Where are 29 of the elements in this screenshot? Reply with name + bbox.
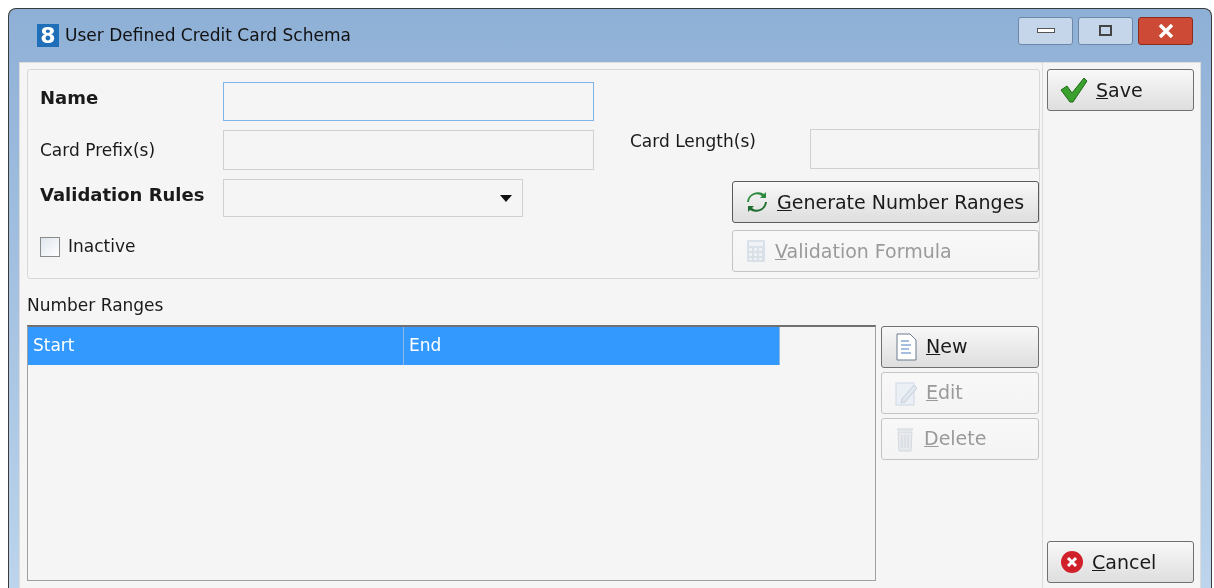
close-icon <box>1157 23 1174 38</box>
input-field[interactable] <box>223 130 594 170</box>
field-label: Name <box>40 86 100 110</box>
minimize-button[interactable] <box>1018 16 1073 45</box>
close-button[interactable] <box>1138 16 1193 45</box>
check-icon <box>1060 77 1088 103</box>
dialog-button[interactable]: Generate Number Ranges <box>732 181 1039 223</box>
calculator-icon <box>745 239 767 263</box>
column-header[interactable]: Start <box>28 326 404 365</box>
column-header[interactable]: End <box>404 326 780 365</box>
window-title: User Defined Credit Card Schema <box>65 23 351 47</box>
caret-icon <box>500 194 512 202</box>
dialog-button[interactable]: Save <box>1047 69 1194 111</box>
cancel-icon <box>1060 550 1084 574</box>
checkbox-label: Inactive <box>68 235 136 258</box>
input-field[interactable] <box>810 129 1039 169</box>
input-field[interactable] <box>223 82 594 121</box>
refresh-icon <box>745 190 769 214</box>
dialog-button[interactable]: Cancel <box>1047 541 1194 583</box>
app-logo: 8 <box>37 24 59 47</box>
dialog-button[interactable]: New <box>881 325 1039 368</box>
field-label: Card Prefix(s) <box>40 139 157 162</box>
dropdown-field[interactable] <box>223 179 523 217</box>
document-icon <box>894 332 918 361</box>
field-label: Validation Rules <box>40 183 206 207</box>
maximize-button[interactable] <box>1078 16 1133 45</box>
checkbox[interactable] <box>40 236 60 257</box>
section-label: Number Ranges <box>27 294 164 317</box>
field-label: Card Length(s) <box>630 130 757 153</box>
